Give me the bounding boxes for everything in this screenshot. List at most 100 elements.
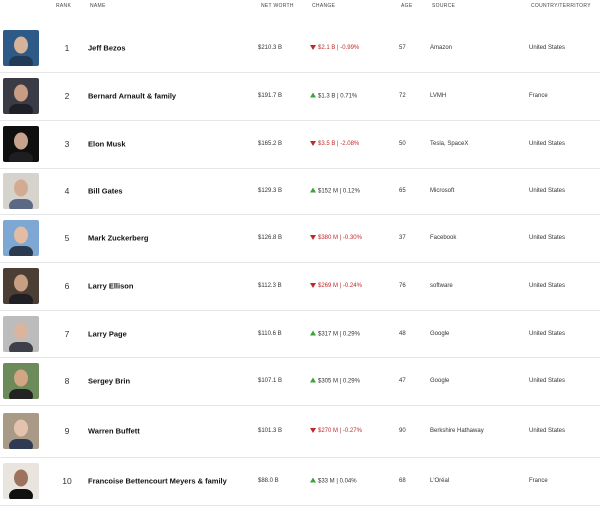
header-age[interactable]: AGE	[401, 3, 412, 9]
person-name-link[interactable]: Larry Page	[88, 329, 127, 338]
change-text: $380 M | -0.30%	[318, 235, 362, 241]
age-value: 68	[399, 478, 406, 484]
header-country[interactable]: COUNTRY/TERRITORY	[531, 3, 591, 9]
country-value: United States	[529, 188, 566, 194]
table-row[interactable]: 1 Jeff Bezos $210.3 B $2.1 B | -0.99% 57…	[0, 24, 600, 73]
person-name-link[interactable]: Francoise Bettencourt Meyers & family	[88, 477, 227, 486]
change-text: $269 M | -0.24%	[318, 283, 362, 289]
avatar[interactable]	[3, 463, 39, 499]
source-value: L'Oréal	[430, 478, 450, 484]
billionaires-table: RANK NAME NET WORTH CHANGE AGE SOURCE CO…	[0, 0, 600, 509]
avatar[interactable]	[3, 126, 39, 162]
age-value: 48	[399, 330, 406, 337]
header-net-worth[interactable]: NET WORTH	[261, 3, 294, 9]
change-value: $3.5 B | -2.08%	[310, 141, 359, 147]
change-value: $380 M | -0.30%	[310, 235, 362, 241]
change-value: $152 M | 0.12%	[310, 187, 360, 195]
arrow-up-icon	[310, 92, 316, 98]
net-worth-value: $101.3 B	[258, 428, 283, 434]
avatar[interactable]	[3, 268, 39, 304]
avatar[interactable]	[3, 30, 39, 66]
rank-value: 4	[64, 186, 70, 196]
arrow-down-icon	[310, 235, 316, 240]
header-source[interactable]: SOURCE	[432, 3, 455, 9]
net-worth-value: $126.8 B	[258, 235, 283, 241]
table-row[interactable]: 3 Elon Musk $165.2 B $3.5 B | -2.08% 50 …	[0, 120, 600, 169]
arrow-up-icon	[310, 377, 316, 383]
arrow-down-icon	[310, 45, 316, 50]
country-value: United States	[529, 428, 566, 434]
person-name-link[interactable]: Bernard Arnault & family	[88, 92, 176, 101]
change-text: $305 M | 0.29%	[318, 378, 360, 385]
avatar[interactable]	[3, 173, 39, 209]
source-value: Google	[430, 330, 450, 337]
arrow-down-icon	[310, 283, 316, 288]
age-value: 90	[399, 428, 406, 434]
change-value: $1.3 B | 0.71%	[310, 92, 357, 100]
avatar[interactable]	[3, 315, 39, 352]
net-worth-value: $129.3 B	[258, 188, 283, 194]
table-row[interactable]: 10 Francoise Bettencourt Meyers & family…	[0, 457, 600, 506]
net-worth-value: $107.1 B	[258, 378, 283, 384]
table-row[interactable]: 5 Mark Zuckerberg $126.8 B $380 M | -0.3…	[0, 214, 600, 263]
rank-value: 2	[64, 91, 70, 101]
age-value: 37	[399, 235, 406, 241]
age-value: 47	[399, 378, 406, 384]
source-value: Facebook	[430, 235, 457, 241]
net-worth-value: $88.0 B	[258, 478, 279, 484]
table-row[interactable]: 6 Larry Ellison $112.3 B $269 M | -0.24%…	[0, 262, 600, 311]
age-value: 72	[399, 93, 406, 99]
rank-value: 5	[64, 233, 70, 243]
table-row[interactable]: 2 Bernard Arnault & family $191.7 B $1.3…	[0, 72, 600, 121]
country-value: United States	[529, 378, 566, 384]
source-value: Berkshire Hathaway	[430, 428, 484, 434]
table-row[interactable]: 7 Larry Page $110.6 B $317 M | 0.29% 48 …	[0, 310, 600, 358]
person-name-link[interactable]: Mark Zuckerberg	[88, 234, 148, 243]
source-value: Amazon	[430, 45, 453, 51]
country-value: France	[529, 478, 548, 484]
header-rank[interactable]: RANK	[56, 3, 71, 9]
change-value: $269 M | -0.24%	[310, 283, 362, 289]
avatar[interactable]	[3, 363, 39, 399]
change-text: $270 M | -0.27%	[318, 428, 362, 434]
avatar[interactable]	[3, 78, 39, 114]
rank-value: 9	[64, 426, 70, 436]
net-worth-value: $165.2 B	[258, 141, 283, 147]
table-row[interactable]: 4 Bill Gates $129.3 B $152 M | 0.12% 65 …	[0, 168, 600, 215]
change-text: $2.1 B | -0.99%	[318, 45, 360, 51]
age-value: 65	[399, 188, 406, 194]
person-name-link[interactable]: Bill Gates	[88, 187, 123, 196]
country-value: United States	[529, 330, 566, 337]
source-value: LVMH	[430, 93, 447, 99]
person-name-link[interactable]: Sergey Brin	[88, 377, 130, 386]
change-text: $33 M | 0.04%	[318, 478, 357, 485]
person-name-link[interactable]: Larry Ellison	[88, 282, 133, 291]
header-name[interactable]: NAME	[90, 3, 106, 9]
net-worth-value: $110.6 B	[258, 330, 282, 337]
arrow-down-icon	[310, 428, 316, 433]
rank-value: 1	[64, 43, 70, 53]
change-text: $3.5 B | -2.08%	[318, 141, 360, 147]
person-name-link[interactable]: Elon Musk	[88, 140, 126, 149]
rank-value: 3	[64, 139, 70, 149]
person-name-link[interactable]: Jeff Bezos	[88, 44, 126, 53]
source-value: Microsoft	[430, 188, 455, 194]
change-text: $152 M | 0.12%	[318, 188, 360, 195]
net-worth-value: $112.3 B	[258, 283, 282, 289]
table-row[interactable]: 8 Sergey Brin $107.1 B $305 M | 0.29% 47…	[0, 357, 600, 406]
arrow-up-icon	[310, 330, 316, 335]
avatar[interactable]	[3, 413, 39, 449]
table-row[interactable]: 9 Warren Buffett $101.3 B $270 M | -0.27…	[0, 405, 600, 458]
person-name-link[interactable]: Warren Buffett	[88, 427, 140, 436]
age-value: 57	[399, 45, 406, 51]
header-change[interactable]: CHANGE	[312, 3, 335, 9]
rank-value: 10	[62, 476, 72, 486]
avatar[interactable]	[3, 220, 39, 256]
country-value: France	[529, 93, 548, 99]
age-value: 50	[399, 141, 406, 147]
change-value: $317 M | 0.29%	[310, 330, 360, 337]
age-value: 76	[399, 283, 406, 289]
change-value: $305 M | 0.29%	[310, 377, 360, 385]
net-worth-value: $191.7 B	[258, 93, 283, 99]
change-text: $317 M | 0.29%	[318, 331, 360, 337]
